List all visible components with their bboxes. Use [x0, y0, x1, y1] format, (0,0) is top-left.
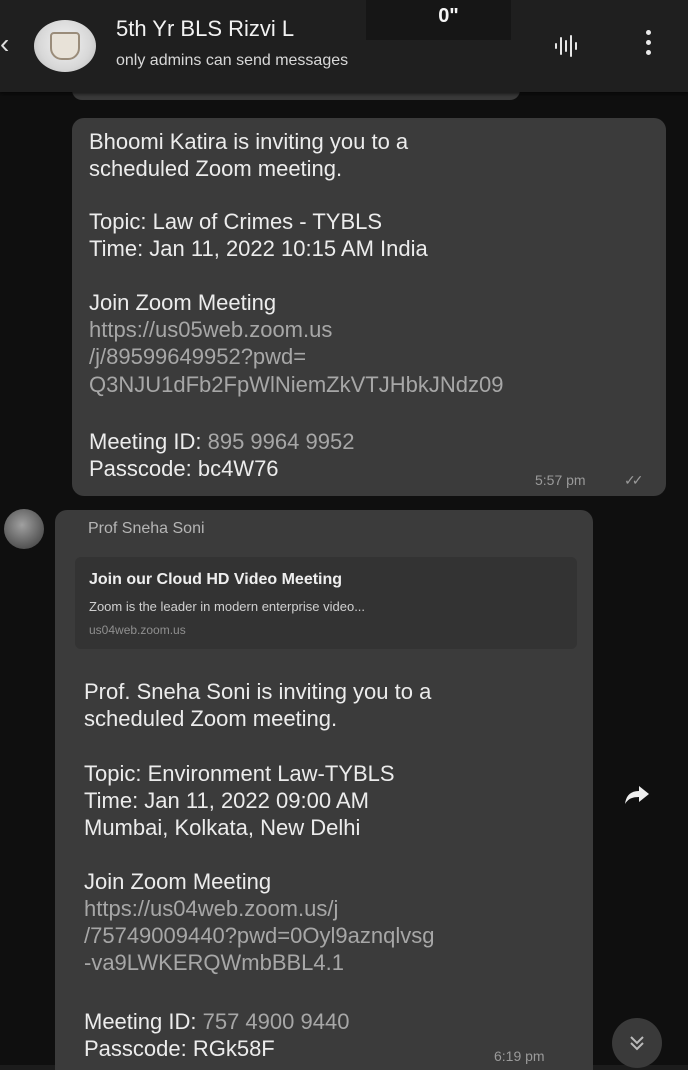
preview-url: us04web.zoom.us: [89, 623, 186, 637]
group-title[interactable]: 5th Yr BLS Rizvi L: [116, 16, 294, 42]
message-text-line: scheduled Zoom meeting.: [84, 706, 338, 731]
message-text-line: Mumbai, Kolkata, New Delhi: [84, 815, 361, 840]
timer-overlay: 0": [366, 0, 511, 40]
voice-wave-icon[interactable]: [553, 32, 581, 60]
sender-avatar[interactable]: [4, 509, 44, 549]
message-time: 6:19 pm: [494, 1048, 545, 1064]
meeting-id-line: Meeting ID: 895 9964 9952: [89, 428, 354, 455]
more-vert-icon[interactable]: [640, 30, 656, 62]
sender-name[interactable]: Prof Sneha Soni: [88, 520, 205, 538]
message-text-line: Topic: Law of Crimes - TYBLS: [89, 209, 383, 234]
message-time: 5:57 pm: [535, 472, 586, 488]
meeting-id-line: Meeting ID: 757 4900 9440: [84, 1008, 349, 1035]
zoom-link[interactable]: /75749009440?pwd=0Oyl9aznqlvsg: [84, 922, 434, 949]
message-text-line: Time: Jan 11, 2022 09:00 AM: [84, 788, 369, 813]
group-subtitle: only admins can send messages: [116, 52, 349, 69]
meeting-id-value[interactable]: 895 9964 9952: [208, 429, 355, 454]
zoom-link[interactable]: /j/89599649952?pwd=: [89, 343, 306, 370]
zoom-link[interactable]: -va9LWKERQWmbBBL4.1: [84, 949, 344, 976]
chat-header: ‹ 5th Yr BLS Rizvi L only admins can sen…: [0, 0, 688, 92]
message-text-line: Prof. Sneha Soni is inviting you to a: [84, 679, 432, 704]
link-preview[interactable]: Join our Cloud HD Video Meeting Zoom is …: [75, 557, 577, 649]
message-text-line: Join Zoom Meeting: [89, 290, 277, 315]
message-text-line: Time: Jan 11, 2022 10:15 AM India: [89, 236, 428, 261]
passcode-line: Passcode: RGk58F: [84, 1036, 275, 1061]
meeting-id-value[interactable]: 757 4900 9440: [203, 1009, 350, 1034]
zoom-link[interactable]: https://us04web.zoom.us/j: [84, 895, 338, 922]
forward-share-icon[interactable]: [622, 780, 652, 810]
passcode-line: Passcode: bc4W76: [89, 456, 279, 481]
crest-icon: [50, 32, 80, 60]
preview-description: Zoom is the leader in modern enterprise …: [89, 599, 366, 614]
back-arrow-icon[interactable]: ‹: [0, 30, 9, 58]
double-tick-icon: ✓✓: [624, 472, 644, 488]
meeting-id-label: Meeting ID:: [89, 429, 208, 454]
zoom-link[interactable]: https://us05web.zoom.us: [89, 316, 332, 343]
message-text-line: scheduled Zoom meeting.: [89, 156, 343, 181]
message-text-line: Bhoomi Katira is inviting you to a: [89, 129, 409, 154]
meeting-id-label: Meeting ID:: [84, 1009, 203, 1034]
group-avatar[interactable]: [34, 20, 96, 72]
scroll-down-button[interactable]: [612, 1018, 662, 1068]
message-text-line: Join Zoom Meeting: [84, 869, 272, 894]
preview-title: Join our Cloud HD Video Meeting: [89, 571, 343, 588]
double-chevron-down-icon: [630, 1036, 644, 1051]
zoom-link[interactable]: Q3NJU1dFb2FpWlNiemZkVTJHbkJNdz09: [89, 371, 503, 398]
message-text-line: Topic: Environment Law-TYBLS: [84, 761, 395, 786]
